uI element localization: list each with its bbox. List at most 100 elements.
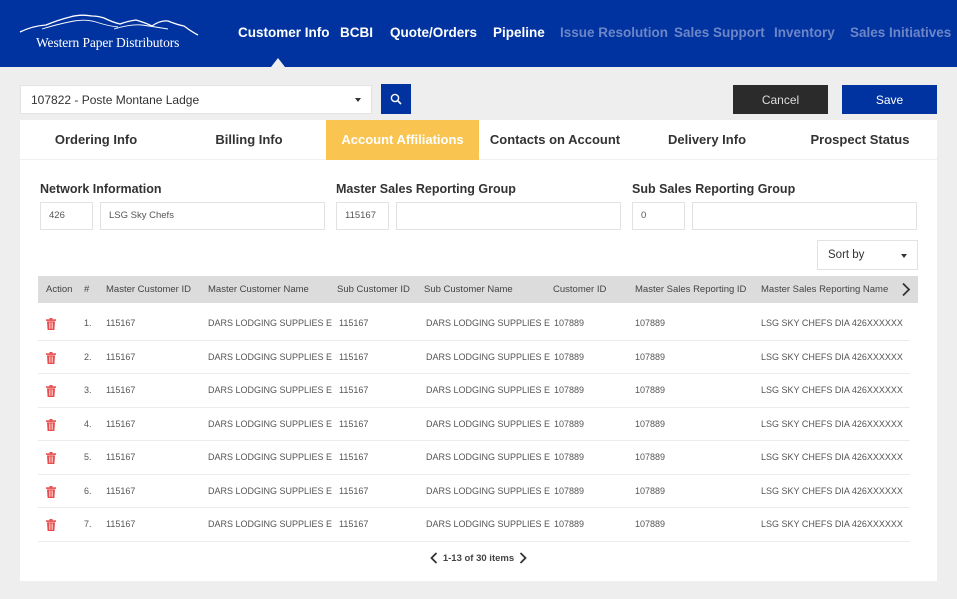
- brand-logo[interactable]: Western Paper Distributors: [18, 12, 200, 56]
- trash-icon[interactable]: [46, 418, 56, 431]
- save-button[interactable]: Save: [842, 85, 937, 114]
- master-sales-reporting-id-cell: 107889: [635, 485, 666, 496]
- sub-customer-name-cell: DARS LODGING SUPPLIES E: [426, 452, 551, 462]
- sub-customer-id-cell: 115167: [339, 385, 369, 395]
- sub-sales-group-id-field[interactable]: 0: [632, 202, 685, 230]
- tab-account-affiliations[interactable]: Account Affiliations: [326, 120, 479, 160]
- master-customer-name-cell: DARS LODGING SUPPLIES E: [208, 418, 333, 429]
- tab-prospect-status[interactable]: Prospect Status: [783, 120, 937, 160]
- sub-customer-id-cell: 115167: [339, 418, 369, 429]
- master-sales-reporting-name-cell: LSG SKY CHEFS DIA 426XXXXXX: [761, 519, 903, 529]
- network-information-label: Network Information: [40, 182, 162, 196]
- nav-pipeline[interactable]: Pipeline: [493, 25, 545, 40]
- master-sales-reporting-id-cell: 107889: [635, 318, 666, 328]
- nav-sales-support[interactable]: Sales Support: [674, 25, 765, 40]
- master-customer-id-cell: 115167: [106, 351, 136, 362]
- sub-customer-id-cell: 115167: [339, 452, 369, 462]
- customer-id-cell: 107889: [554, 351, 585, 362]
- master-sales-reporting-name-cell: LSG SKY CHEFS DIA 426XXXXXX: [761, 318, 903, 328]
- sub-customer-id-cell: 115167: [339, 485, 369, 496]
- col-sub-customer-id[interactable]: Sub Customer ID: [337, 276, 410, 303]
- master-customer-id-cell: 115167: [106, 418, 136, 429]
- nav-quote-orders[interactable]: Quote/Orders: [390, 25, 477, 40]
- pagination: 1-13 of 30 items: [20, 552, 937, 564]
- master-sales-reporting-id-cell: 107889: [635, 452, 666, 462]
- master-customer-id-cell: 115167: [106, 485, 136, 496]
- sub-customer-id-cell: 115167: [339, 519, 369, 529]
- tab-bar: Ordering Info Billing Info Account Affil…: [20, 120, 937, 160]
- master-sales-group-id-field[interactable]: 115167: [336, 202, 389, 230]
- nav-sales-initiatives[interactable]: Sales Initiatives: [850, 25, 951, 40]
- master-customer-name-cell: DARS LODGING SUPPLIES E: [208, 385, 333, 395]
- col-master-customer-id[interactable]: Master Customer ID: [106, 276, 191, 303]
- table-row: 4. 115167 DARS LODGING SUPPLIES E 115167 DAR…: [38, 408, 910, 441]
- col-customer-id[interactable]: Customer ID: [553, 276, 606, 303]
- master-sales-reporting-name-cell: LSG SKY CHEFS DIA 426XXXXXX: [761, 452, 903, 462]
- master-sales-group-name-field[interactable]: [396, 202, 621, 230]
- trash-icon[interactable]: [46, 385, 56, 397]
- chevron-down-icon: [355, 98, 361, 102]
- tab-delivery-info[interactable]: Delivery Info: [631, 120, 783, 160]
- master-customer-name-cell: DARS LODGING SUPPLIES E: [208, 485, 333, 496]
- col-master-sales-reporting-name[interactable]: Master Sales Reporting Name: [761, 276, 888, 303]
- account-select[interactable]: 107822 - Poste Montane Ladge: [20, 85, 372, 114]
- active-nav-indicator: [271, 58, 285, 67]
- table-row: 7. 115167 DARS LODGING SUPPLIES E 115167 DAR…: [38, 508, 910, 542]
- trash-icon[interactable]: [46, 485, 56, 498]
- row-number: 3.: [84, 385, 92, 395]
- col-number[interactable]: #: [84, 276, 89, 303]
- trash-icon[interactable]: [46, 351, 56, 364]
- customer-id-cell: 107889: [554, 418, 585, 429]
- chevron-left-icon[interactable]: [430, 552, 438, 564]
- sort-by-value: Sort by: [828, 249, 865, 261]
- col-sub-customer-name[interactable]: Sub Customer Name: [424, 276, 513, 303]
- sub-customer-name-cell: DARS LODGING SUPPLIES E: [426, 485, 551, 496]
- tab-contacts-on-account[interactable]: Contacts on Account: [479, 120, 631, 160]
- top-header: Western Paper Distributors Customer Info…: [0, 0, 957, 67]
- nav-customer-info[interactable]: Customer Info: [238, 25, 330, 40]
- master-customer-id-cell: 115167: [106, 452, 136, 462]
- sub-customer-name-cell: DARS LODGING SUPPLIES E: [426, 385, 551, 395]
- nav-inventory[interactable]: Inventory: [774, 25, 835, 40]
- nav-bcbi[interactable]: BCBI: [340, 25, 373, 40]
- brand-name: Western Paper Distributors: [36, 35, 180, 50]
- master-customer-id-cell: 115167: [106, 318, 136, 328]
- master-customer-name-cell: DARS LODGING SUPPLIES E: [208, 452, 333, 462]
- col-master-customer-name[interactable]: Master Customer Name: [208, 276, 309, 303]
- tab-billing-info[interactable]: Billing Info: [172, 120, 326, 160]
- customer-id-cell: 107889: [554, 385, 585, 395]
- row-number: 6.: [84, 485, 92, 496]
- network-id-field[interactable]: 426: [40, 202, 93, 230]
- chevron-down-icon: [901, 254, 907, 258]
- table-row: 6. 115167 DARS LODGING SUPPLIES E 115167 DAR…: [38, 475, 910, 508]
- col-master-sales-reporting-id[interactable]: Master Sales Reporting ID: [635, 276, 746, 303]
- sub-sales-group-name-field[interactable]: [692, 202, 917, 230]
- master-sales-reporting-name-cell: LSG SKY CHEFS DIA 426XXXXXX: [761, 385, 903, 395]
- table-row: 3. 115167 DARS LODGING SUPPLIES E 115167 DAR…: [38, 374, 910, 408]
- row-number: 5.: [84, 452, 92, 462]
- sort-by-select[interactable]: Sort by: [817, 240, 918, 270]
- chevron-right-icon[interactable]: [519, 552, 527, 564]
- sub-customer-name-cell: DARS LODGING SUPPLIES E: [426, 519, 551, 529]
- trash-icon[interactable]: [46, 452, 56, 464]
- network-name-field[interactable]: LSG Sky Chefs: [100, 202, 325, 230]
- sub-customer-name-cell: DARS LODGING SUPPLIES E: [426, 418, 551, 429]
- tab-ordering-info[interactable]: Ordering Info: [20, 120, 172, 160]
- customer-id-cell: 107889: [554, 452, 585, 462]
- trash-icon[interactable]: [46, 519, 56, 531]
- row-number: 2.: [84, 351, 92, 362]
- sub-customer-name-cell: DARS LODGING SUPPLIES E: [426, 318, 551, 328]
- table-row: 1. 115167 DARS LODGING SUPPLIES E 115167 DAR…: [38, 307, 910, 341]
- trash-icon[interactable]: [46, 318, 56, 330]
- master-sales-reporting-name-cell: LSG SKY CHEFS DIA 426XXXXXX: [761, 485, 903, 496]
- chevron-right-icon[interactable]: [900, 282, 912, 297]
- master-customer-id-cell: 115167: [106, 385, 136, 395]
- col-action[interactable]: Action: [46, 276, 72, 303]
- master-sales-reporting-id-cell: 107889: [635, 385, 666, 395]
- master-sales-reporting-id-cell: 107889: [635, 418, 666, 429]
- master-customer-name-cell: DARS LODGING SUPPLIES E: [208, 318, 333, 328]
- search-button[interactable]: [381, 84, 411, 114]
- nav-issue-resolution[interactable]: Issue Resolution: [560, 25, 668, 40]
- pagination-text: 1-13 of 30 items: [442, 552, 515, 564]
- cancel-button[interactable]: Cancel: [733, 85, 828, 114]
